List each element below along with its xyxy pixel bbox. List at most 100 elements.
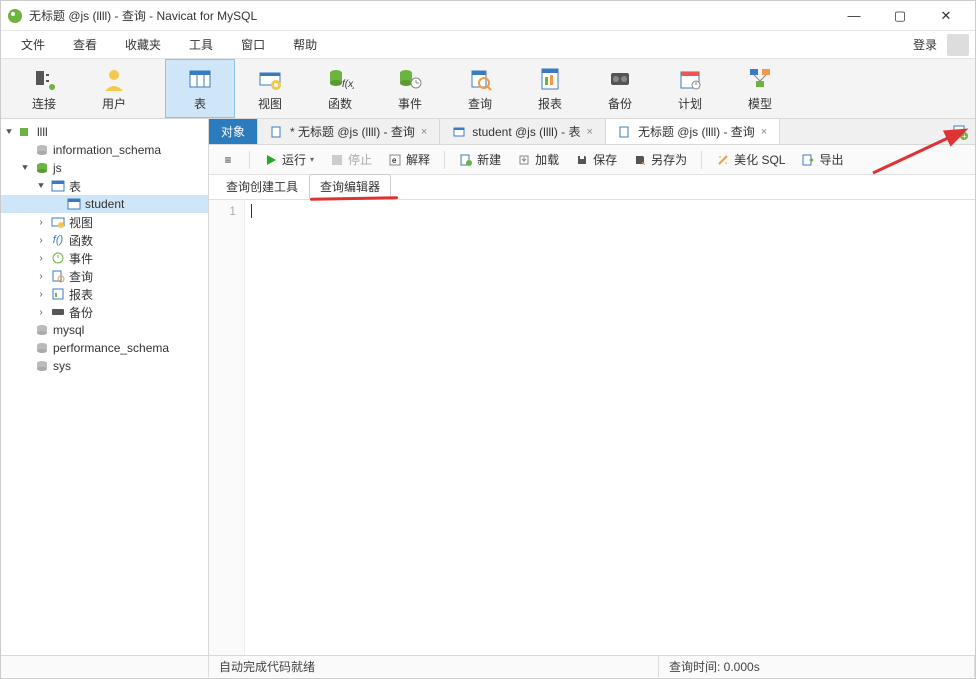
close-icon[interactable]: × xyxy=(587,126,593,138)
tree-db-mysql[interactable]: mysql xyxy=(1,321,208,339)
export-button[interactable]: 导出 xyxy=(797,149,847,170)
chevron-down-icon[interactable]: ⯆ xyxy=(19,163,31,174)
minimize-button[interactable]: — xyxy=(831,1,877,31)
tree-events-folder[interactable]: › 事件 xyxy=(1,249,208,267)
tool-event[interactable]: 事件 xyxy=(375,59,445,118)
tree-db-js[interactable]: ⯆ js xyxy=(1,159,208,177)
chevron-right-icon[interactable]: › xyxy=(35,217,47,228)
load-button[interactable]: 加载 xyxy=(513,149,563,170)
query-toolbar: ≡ 运行 ▾ 停止 e 解释 新建 加载 xyxy=(209,145,975,175)
play-icon xyxy=(264,153,278,167)
tree-tables-folder[interactable]: ⯆ 表 xyxy=(1,177,208,195)
menu-file[interactable]: 文件 xyxy=(7,32,59,57)
database-icon xyxy=(34,322,50,338)
menu-window[interactable]: 窗口 xyxy=(227,32,279,57)
tree-table-student[interactable]: student xyxy=(1,195,208,213)
save-as-button[interactable]: 另存为 xyxy=(629,149,691,170)
table-icon xyxy=(452,125,466,139)
tool-report[interactable]: 报表 xyxy=(515,59,585,118)
query-icon xyxy=(270,125,284,139)
beautify-button[interactable]: 美化 SQL xyxy=(712,149,789,170)
tree-connection[interactable]: ⯆ llll xyxy=(1,123,208,141)
tree-functions-folder[interactable]: › f() 函数 xyxy=(1,231,208,249)
new-button[interactable]: 新建 xyxy=(455,149,505,170)
tree-db-performance-schema[interactable]: performance_schema xyxy=(1,339,208,357)
sql-editor[interactable]: 1 xyxy=(209,199,975,655)
tool-view[interactable]: 视图 xyxy=(235,59,305,118)
tool-connection[interactable]: 连接 xyxy=(9,59,79,118)
main-toolbar: 连接 用户 表 视图 f(x) 函数 事件 查询 报表 备份 计划 模型 xyxy=(1,59,975,119)
view-icon xyxy=(256,65,284,93)
menu-button[interactable]: ≡ xyxy=(217,151,239,169)
tree-views-folder[interactable]: › 视图 xyxy=(1,213,208,231)
tab-objects[interactable]: 对象 xyxy=(209,119,258,144)
tool-model[interactable]: 模型 xyxy=(725,59,795,118)
menu-icon: ≡ xyxy=(221,153,235,167)
query-icon xyxy=(466,65,494,93)
tree-reports-folder[interactable]: › 报表 xyxy=(1,285,208,303)
status-bar: 自动完成代码就绪 查询时间: 0.000s xyxy=(1,655,975,677)
window-controls: — ▢ ✕ xyxy=(831,1,969,31)
close-button[interactable]: ✕ xyxy=(923,1,969,31)
menu-view[interactable]: 查看 xyxy=(59,32,111,57)
tool-query[interactable]: 查询 xyxy=(445,59,515,118)
tool-user[interactable]: 用户 xyxy=(79,59,149,118)
menu-tools[interactable]: 工具 xyxy=(175,32,227,57)
export-icon xyxy=(801,153,815,167)
function-icon: f(x) xyxy=(326,65,354,93)
sub-tab-editor[interactable]: 查询编辑器 xyxy=(309,174,391,199)
tool-function[interactable]: f(x) 函数 xyxy=(305,59,375,118)
chevron-right-icon[interactable]: › xyxy=(35,253,47,264)
avatar[interactable] xyxy=(947,34,969,56)
run-button[interactable]: 运行 ▾ xyxy=(260,149,318,170)
chevron-right-icon[interactable]: › xyxy=(35,271,47,282)
tool-table[interactable]: 表 xyxy=(165,59,235,118)
new-tab-button[interactable]: + xyxy=(945,119,975,144)
query-sub-tabs: 查询创建工具 查询编辑器 xyxy=(209,175,975,199)
tab-query-1[interactable]: * 无标题 @js (llll) - 查询 × xyxy=(258,119,440,144)
maximize-button[interactable]: ▢ xyxy=(877,1,923,31)
stop-button[interactable]: 停止 xyxy=(326,149,376,170)
status-left xyxy=(1,656,209,677)
event-icon xyxy=(396,65,424,93)
tool-backup[interactable]: 备份 xyxy=(585,59,655,118)
close-icon[interactable]: × xyxy=(761,126,767,138)
sub-tab-builder[interactable]: 查询创建工具 xyxy=(215,174,309,199)
user-icon xyxy=(100,65,128,93)
menu-favorites[interactable]: 收藏夹 xyxy=(111,32,175,57)
backup-icon xyxy=(50,304,66,320)
chevron-right-icon[interactable]: › xyxy=(35,307,47,318)
tree-queries-folder[interactable]: › 查询 xyxy=(1,267,208,285)
close-icon[interactable]: × xyxy=(421,126,427,138)
chevron-right-icon[interactable]: › xyxy=(35,289,47,300)
connection-tree[interactable]: ⯆ llll information_schema ⯆ js ⯆ 表 stude… xyxy=(1,119,209,655)
chevron-down-icon[interactable]: ⯆ xyxy=(35,181,47,192)
svg-text:e: e xyxy=(392,156,397,165)
save-icon xyxy=(575,153,589,167)
explain-button[interactable]: e 解释 xyxy=(384,149,434,170)
save-button[interactable]: 保存 xyxy=(571,149,621,170)
editor-body[interactable] xyxy=(245,200,975,655)
tab-query-2[interactable]: 无标题 @js (llll) - 查询 × xyxy=(606,119,780,144)
tree-db-information-schema[interactable]: information_schema xyxy=(1,141,208,159)
status-query-time: 查询时间: 0.000s xyxy=(659,656,975,677)
tree-db-sys[interactable]: sys xyxy=(1,357,208,375)
stop-icon xyxy=(330,153,344,167)
title-bar: 无标题 @js (llll) - 查询 - Navicat for MySQL … xyxy=(1,1,975,31)
tree-backups-folder[interactable]: › 备份 xyxy=(1,303,208,321)
tool-schedule[interactable]: 计划 xyxy=(655,59,725,118)
tab-table-student[interactable]: student @js (llll) - 表 × xyxy=(440,119,606,144)
save-as-icon xyxy=(633,153,647,167)
new-icon xyxy=(459,153,473,167)
chevron-down-icon[interactable]: ⯆ xyxy=(3,127,15,138)
chevron-right-icon[interactable]: › xyxy=(35,235,47,246)
table-icon xyxy=(186,65,214,93)
svg-text:f(x): f(x) xyxy=(342,79,354,90)
schedule-icon xyxy=(676,65,704,93)
window-title: 无标题 @js (llll) - 查询 - Navicat for MySQL xyxy=(29,7,831,24)
menu-help[interactable]: 帮助 xyxy=(279,32,331,57)
login-link[interactable]: 登录 xyxy=(907,32,943,57)
database-icon xyxy=(34,340,50,356)
database-icon xyxy=(34,142,50,158)
wand-icon xyxy=(716,153,730,167)
